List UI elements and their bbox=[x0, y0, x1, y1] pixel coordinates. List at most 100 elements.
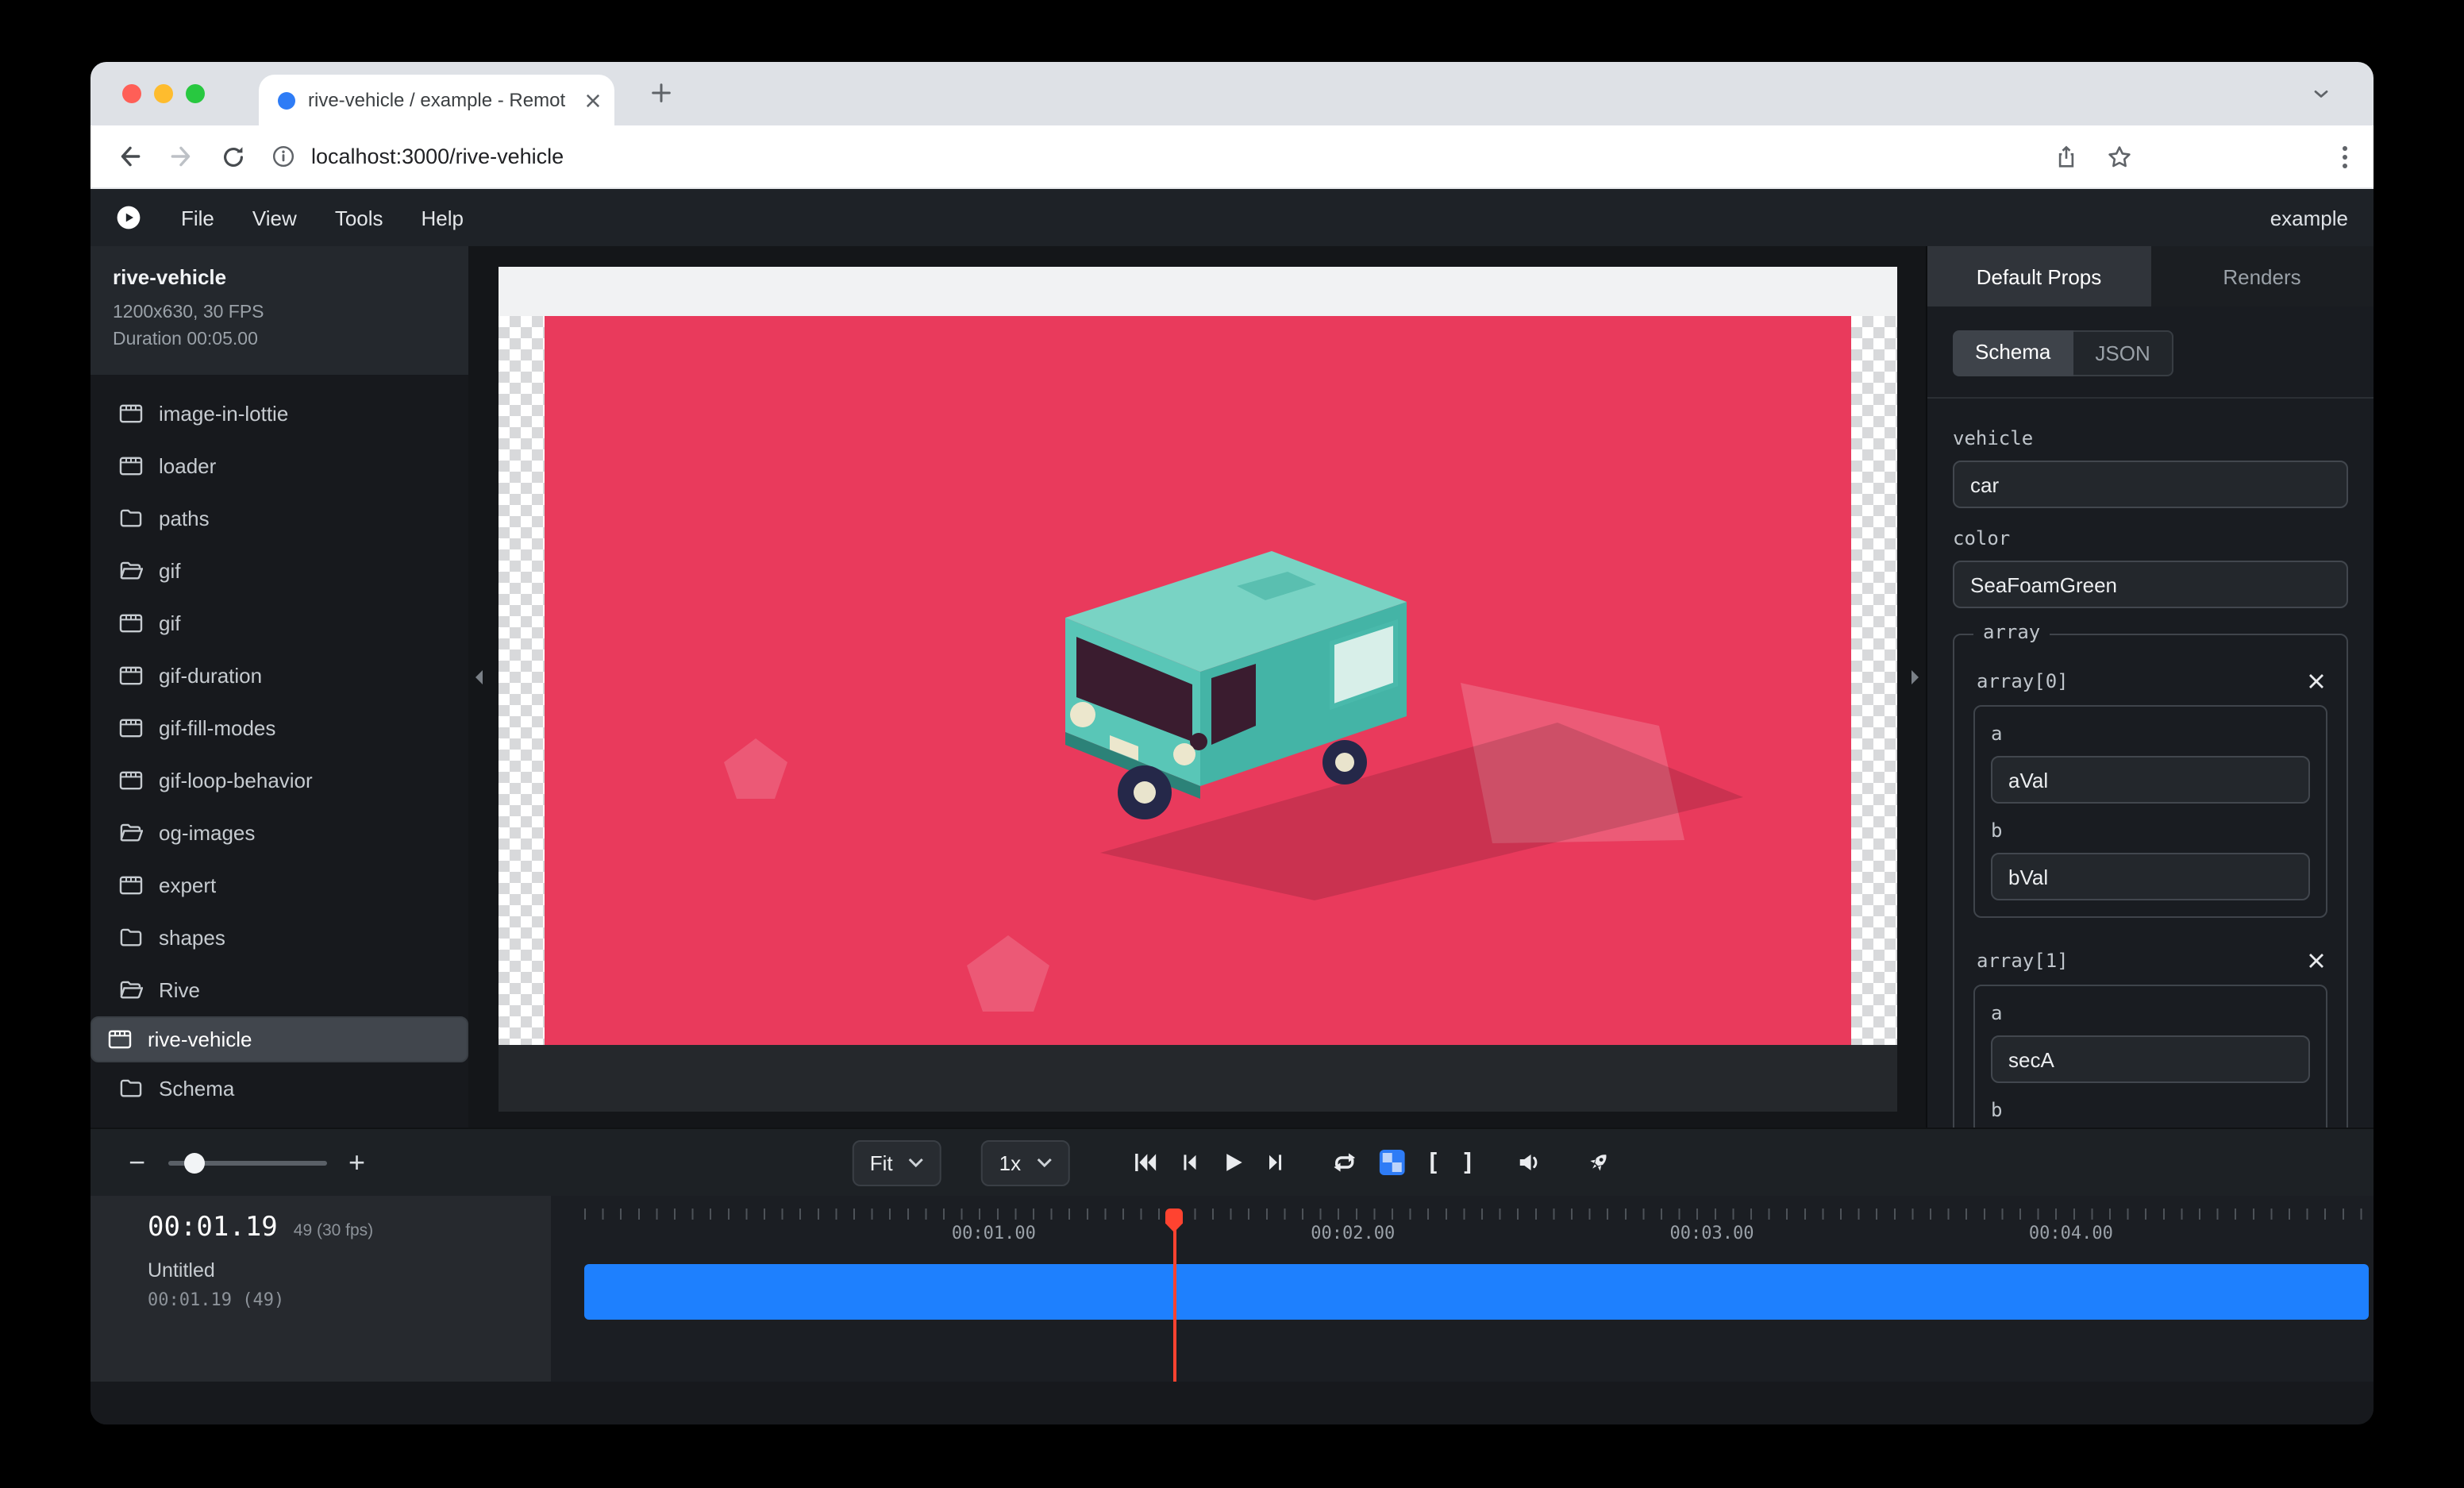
timeline-info-block: 00:01.19 49 (30 fps) Untitled 00:01.19 (… bbox=[90, 1196, 551, 1382]
stage-top-band bbox=[499, 267, 1897, 316]
prop-label-a: a bbox=[1991, 1002, 2310, 1026]
film-icon bbox=[119, 875, 143, 896]
menu-tools[interactable]: Tools bbox=[318, 198, 401, 237]
film-icon bbox=[119, 718, 143, 738]
menu-file[interactable]: File bbox=[164, 198, 232, 237]
timeline-ruler-area[interactable]: 00:01.00 00:02.00 00:03.00 00:04.00 bbox=[551, 1196, 2374, 1382]
playhead-line[interactable] bbox=[1173, 1209, 1176, 1382]
playhead-pin[interactable] bbox=[1165, 1209, 1183, 1232]
track-name: Untitled bbox=[148, 1259, 551, 1282]
composition-duration: Duration 00:05.00 bbox=[113, 327, 446, 354]
subtab-json[interactable]: JSON bbox=[2073, 330, 2173, 376]
prop-label-b: b bbox=[1991, 819, 2310, 843]
out-point-button[interactable]: ] bbox=[1461, 1148, 1475, 1177]
collapse-left-icon[interactable] bbox=[473, 669, 484, 686]
forward-icon[interactable] bbox=[168, 143, 195, 170]
tab-default-props[interactable]: Default Props bbox=[1927, 246, 2150, 306]
zoom-in-button[interactable]: + bbox=[348, 1148, 365, 1177]
tab-close-icon[interactable] bbox=[586, 93, 600, 107]
sidebar-item-expert[interactable]: expert bbox=[90, 859, 468, 912]
sidebar-item-shapes[interactable]: shapes bbox=[90, 912, 468, 964]
prop-label-color: color bbox=[1953, 527, 2348, 551]
remove-array-item-0-button[interactable] bbox=[2308, 673, 2324, 689]
play-button[interactable] bbox=[1221, 1151, 1245, 1174]
prop-input-a[interactable]: aVal bbox=[1991, 756, 2310, 804]
sidebar-item-rive[interactable]: Rive bbox=[90, 964, 468, 1016]
fit-select[interactable]: Fit bbox=[853, 1139, 942, 1185]
tab-renders[interactable]: Renders bbox=[2150, 246, 2374, 306]
chevron-down-icon bbox=[909, 1158, 925, 1167]
loop-toggle[interactable] bbox=[1330, 1151, 1359, 1174]
composition-resolution: 1200x630, 30 FPS bbox=[113, 300, 446, 327]
zoom-slider-knob[interactable] bbox=[183, 1152, 204, 1173]
volume-button[interactable] bbox=[1518, 1151, 1543, 1174]
remotion-logo-icon[interactable] bbox=[116, 205, 141, 230]
prop-label-a: a bbox=[1991, 723, 2310, 746]
film-icon bbox=[119, 403, 143, 424]
sidebar-item-gif-duration[interactable]: gif-duration bbox=[90, 650, 468, 702]
new-tab-button[interactable] bbox=[649, 81, 673, 105]
transparency-toggle[interactable] bbox=[1380, 1150, 1405, 1175]
ruler-label: 00:02.00 bbox=[1311, 1223, 1395, 1243]
van-headlight-right bbox=[1173, 743, 1195, 765]
previous-frame-button[interactable] bbox=[1178, 1151, 1200, 1174]
back-icon[interactable] bbox=[116, 143, 143, 170]
van-illustration bbox=[1065, 551, 1407, 819]
prop-input-b[interactable]: bVal bbox=[1991, 853, 2310, 900]
sidebar-item-paths[interactable]: paths bbox=[90, 492, 468, 545]
overflow-menu-icon[interactable] bbox=[2342, 144, 2348, 169]
vehicle-animation bbox=[545, 316, 1851, 1045]
sidebar-item-loader[interactable]: loader bbox=[90, 440, 468, 492]
subtab-schema[interactable]: Schema bbox=[1953, 330, 2073, 376]
prop-value: car bbox=[1970, 472, 1999, 496]
sidebar-item-image-in-lottie[interactable]: image-in-lottie bbox=[90, 387, 468, 440]
sidebar-item-gif[interactable]: gif bbox=[90, 597, 468, 650]
props-panel: Default Props Renders Schema JSON vehicl… bbox=[1926, 246, 2374, 1128]
skip-to-start-button[interactable] bbox=[1132, 1151, 1157, 1174]
film-icon bbox=[119, 665, 143, 686]
prop-input-vehicle[interactable]: car bbox=[1953, 461, 2348, 508]
next-frame-button[interactable] bbox=[1265, 1151, 1288, 1174]
playback-speed-select[interactable]: 1x bbox=[982, 1139, 1070, 1185]
sidebar-item-schema[interactable]: Schema bbox=[90, 1062, 468, 1115]
sidebar-item-gif-folder[interactable]: gif bbox=[90, 545, 468, 597]
favicon-icon bbox=[278, 91, 295, 109]
prop-input-a[interactable]: secA bbox=[1991, 1035, 2310, 1083]
menu-view[interactable]: View bbox=[235, 198, 314, 237]
speed-select-value: 1x bbox=[999, 1151, 1021, 1174]
playback-toolbar: − + Fit 1x bbox=[90, 1128, 2374, 1196]
remove-array-item-1-button[interactable] bbox=[2308, 953, 2324, 969]
zoom-slider[interactable] bbox=[167, 1160, 326, 1165]
sidebar-item-gif-fill-modes[interactable]: gif-fill-modes bbox=[90, 702, 468, 754]
site-info-icon[interactable] bbox=[271, 145, 295, 168]
collapse-right-icon[interactable] bbox=[1910, 669, 1921, 686]
share-icon[interactable] bbox=[2054, 144, 2078, 169]
prop-input-color[interactable]: SeaFoamGreen bbox=[1953, 561, 2348, 608]
zoom-controls: − + bbox=[129, 1129, 365, 1196]
prop-value: aVal bbox=[2008, 768, 2048, 792]
fullscreen-window-button[interactable] bbox=[186, 84, 205, 103]
in-point-button[interactable]: [ bbox=[1426, 1148, 1440, 1177]
bookmark-star-icon[interactable] bbox=[2107, 144, 2132, 169]
browser-tab[interactable]: rive-vehicle / example - Remot bbox=[259, 75, 614, 125]
composition-info-header: rive-vehicle 1200x630, 30 FPS Duration 0… bbox=[90, 246, 468, 375]
transport-controls: Fit 1x bbox=[853, 1129, 1612, 1196]
render-rocket-button[interactable] bbox=[1586, 1150, 1611, 1175]
sidebar-item-label: expert bbox=[159, 873, 216, 897]
app-menubar: File View Tools Help example bbox=[90, 189, 2374, 246]
traffic-lights bbox=[122, 84, 205, 103]
timeline-track-bar[interactable] bbox=[584, 1264, 2369, 1320]
sidebar-item-gif-loop-behavior[interactable]: gif-loop-behavior bbox=[90, 754, 468, 807]
folder-icon bbox=[119, 508, 143, 529]
sidebar-item-og-images[interactable]: og-images bbox=[90, 807, 468, 859]
minimize-window-button[interactable] bbox=[154, 84, 173, 103]
prop-value: SeaFoamGreen bbox=[1970, 572, 2117, 596]
menu-help[interactable]: Help bbox=[404, 198, 482, 237]
close-window-button[interactable] bbox=[122, 84, 141, 103]
composition-title: rive-vehicle bbox=[113, 265, 446, 289]
zoom-out-button[interactable]: − bbox=[129, 1148, 145, 1177]
url-field[interactable]: localhost:3000/rive-vehicle bbox=[271, 145, 2029, 168]
sidebar-item-rive-vehicle[interactable]: rive-vehicle bbox=[90, 1016, 468, 1062]
tab-search-chevron-icon[interactable] bbox=[2310, 83, 2332, 105]
reload-icon[interactable] bbox=[221, 144, 246, 169]
